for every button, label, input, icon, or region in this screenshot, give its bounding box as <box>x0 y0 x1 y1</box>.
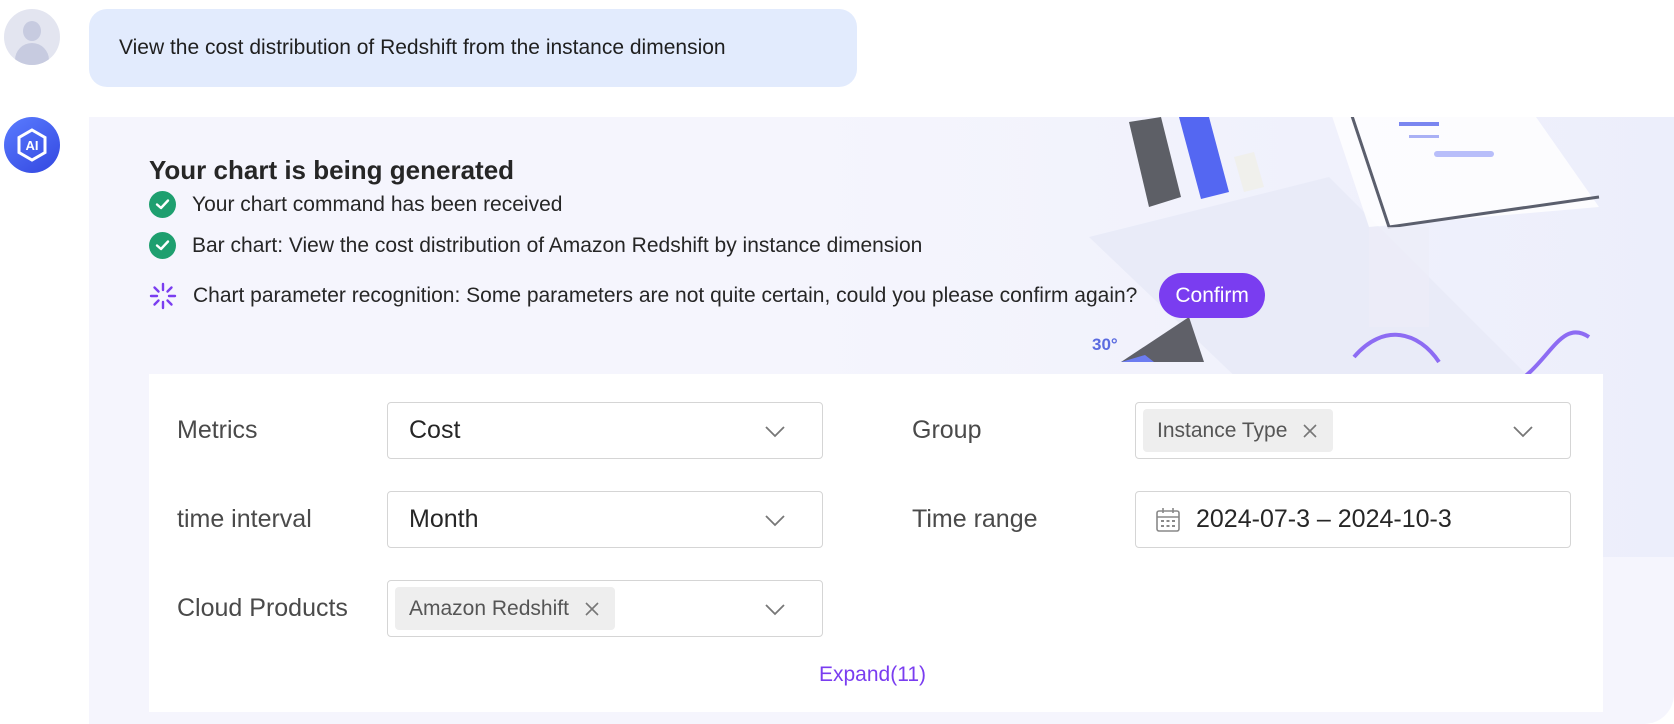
step-text: Bar chart: View the cost distribution of… <box>192 233 923 257</box>
loading-spinner-icon <box>149 282 177 309</box>
cloud-products-select[interactable]: Amazon Redshift <box>387 580 823 637</box>
user-message-bubble: View the cost distribution of Redshift f… <box>89 9 857 87</box>
expand-parameters-link[interactable]: Expand(11) <box>819 663 926 687</box>
step-chart-type: Bar chart: View the cost distribution of… <box>149 232 922 259</box>
time-interval-value: Month <box>409 505 479 533</box>
close-icon[interactable] <box>1301 422 1319 440</box>
user-message-text: View the cost distribution of Redshift f… <box>119 36 726 59</box>
time-range-picker[interactable]: 2024-07-3 – 2024-10-3 <box>1135 491 1571 548</box>
step-parameter-recognition: Chart parameter recognition: Some parame… <box>149 273 1265 318</box>
time-range-value: 2024-07-3 – 2024-10-3 <box>1196 505 1452 533</box>
group-tag: Instance Type <box>1143 409 1334 452</box>
step-command-received: Your chart command has been received <box>149 191 562 218</box>
svg-text:30°: 30° <box>1092 335 1118 354</box>
close-icon[interactable] <box>583 600 601 618</box>
step-text: Chart parameter recognition: Some parame… <box>193 283 1138 307</box>
generation-status-title: Your chart is being generated <box>149 155 515 185</box>
check-circle-icon <box>149 232 176 259</box>
calendar-icon <box>1156 507 1180 532</box>
group-tag-text: Instance Type <box>1157 418 1288 442</box>
chevron-down-icon <box>765 515 785 527</box>
ai-avatar: AI <box>4 117 60 173</box>
svg-text:AI: AI <box>26 138 39 153</box>
metrics-value: Cost <box>409 416 461 444</box>
ai-logo-icon: AI <box>17 128 47 162</box>
group-label: Group <box>912 416 982 444</box>
user-avatar <box>4 9 60 65</box>
chevron-down-icon <box>1513 426 1533 438</box>
confirm-button[interactable]: Confirm <box>1159 273 1265 318</box>
time-interval-label: time interval <box>177 505 312 533</box>
chevron-down-icon <box>765 604 785 616</box>
chart-parameters-form: Metrics Cost Group Instance Type time in… <box>149 374 1603 712</box>
step-text: Your chart command has been received <box>192 192 563 216</box>
metrics-select[interactable]: Cost <box>387 402 823 459</box>
cloud-products-label: Cloud Products <box>177 594 348 622</box>
chevron-down-icon <box>765 426 785 438</box>
cloud-product-tag-text: Amazon Redshift <box>409 596 569 620</box>
time-interval-select[interactable]: Month <box>387 491 823 548</box>
check-circle-icon <box>149 191 176 218</box>
cloud-product-tag: Amazon Redshift <box>395 587 615 630</box>
ai-response-panel: 30° Your chart is being generated Your c… <box>89 117 1674 724</box>
time-range-label: Time range <box>912 505 1038 533</box>
group-select[interactable]: Instance Type <box>1135 402 1571 459</box>
metrics-label: Metrics <box>177 416 258 444</box>
